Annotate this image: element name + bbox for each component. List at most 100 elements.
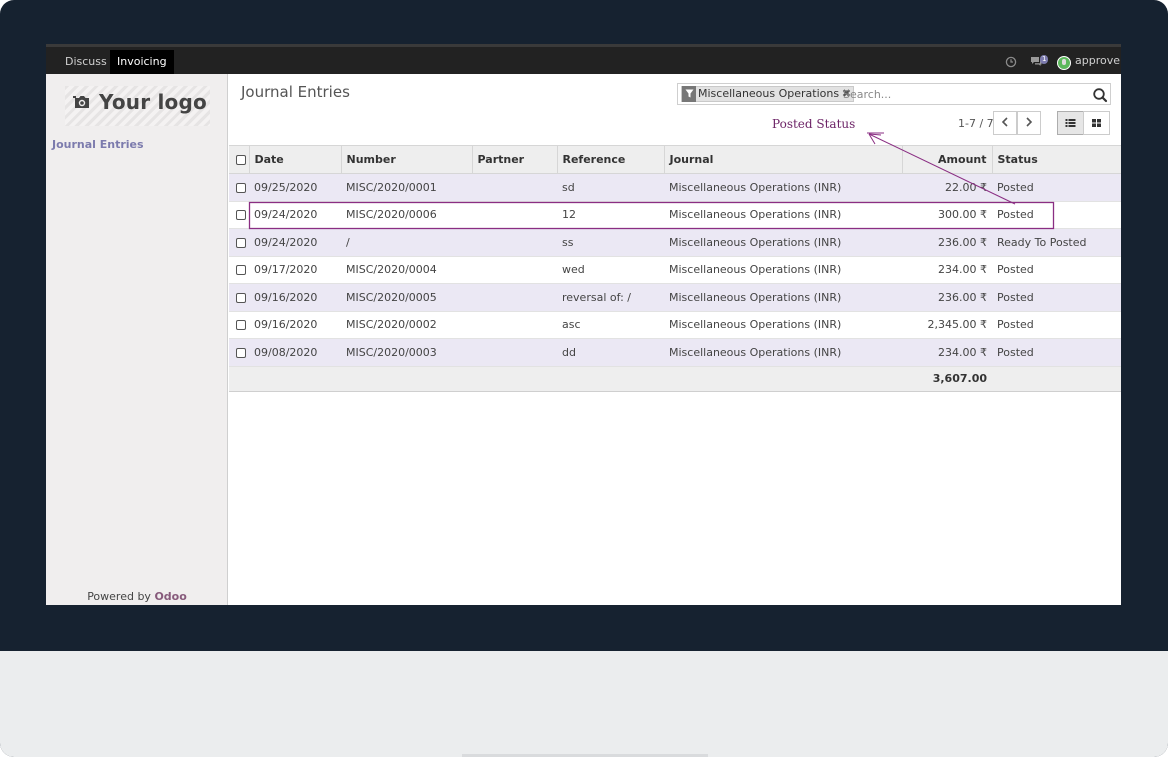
app-screen: Discuss Invoicing 1 approver Your logo J…: [46, 44, 1121, 605]
cell-journal: Miscellaneous Operations (INR): [664, 338, 902, 367]
list-view-button[interactable]: [1057, 111, 1084, 135]
kanban-icon: [1092, 119, 1101, 127]
sidebar-item-journal-entries[interactable]: Journal Entries: [52, 138, 144, 151]
table-footer-row: 3,607.00: [229, 365, 1121, 392]
activity-clock-icon[interactable]: [1005, 53, 1017, 71]
column-partner[interactable]: Partner: [472, 145, 558, 174]
column-journal[interactable]: Journal: [664, 145, 903, 174]
row-checkbox[interactable]: [236, 237, 246, 248]
messages-icon[interactable]: 1: [1030, 53, 1049, 71]
row-checkbox[interactable]: [236, 292, 246, 303]
row-select-cell: [229, 173, 249, 202]
table-row[interactable]: 09/16/2020 MISC/2020/0002 asc Miscellane…: [229, 311, 1121, 339]
cell-date: 09/24/2020: [249, 228, 341, 257]
footer-cell: [664, 365, 902, 392]
cell-date: 09/08/2020: [249, 338, 341, 367]
table-row[interactable]: 09/08/2020 MISC/2020/0003 dd Miscellaneo…: [229, 338, 1121, 367]
user-avatar[interactable]: [1057, 56, 1071, 70]
breadcrumb-title: Journal Entries: [241, 83, 350, 101]
footer-cell: [341, 365, 472, 392]
cell-amount: 2,345.00 ₹: [902, 311, 992, 339]
cell-number: MISC/2020/0003: [341, 338, 472, 367]
table-row[interactable]: 09/17/2020 MISC/2020/0004 wed Miscellane…: [229, 256, 1121, 284]
amount-total: 3,607.00: [902, 365, 992, 392]
cell-status: Posted: [992, 201, 1121, 229]
cell-journal: Miscellaneous Operations (INR): [664, 201, 902, 229]
cell-number: /: [341, 228, 472, 257]
search-facet[interactable]: Miscellaneous Operations ✖: [681, 86, 855, 102]
column-date[interactable]: Date: [249, 145, 342, 174]
pager-next-button[interactable]: [1017, 111, 1041, 135]
pager-value[interactable]: 1-7 / 7: [958, 117, 994, 130]
table-row[interactable]: 09/24/2020 MISC/2020/0006 12 Miscellaneo…: [229, 201, 1121, 229]
cell-reference: asc: [557, 311, 664, 339]
footer-cell: [557, 365, 664, 392]
cell-amount: 236.00 ₹: [902, 283, 992, 312]
cell-amount: 300.00 ₹: [902, 201, 992, 229]
cell-number: MISC/2020/0001: [341, 173, 472, 202]
table-row[interactable]: 09/16/2020 MISC/2020/0005 reversal of: /…: [229, 283, 1121, 312]
cell-status: Ready To Posted: [992, 228, 1121, 257]
facet-label: Miscellaneous Operations: [698, 87, 840, 100]
journal-entries-table: Date Number Partner Reference Journal Am…: [229, 145, 1121, 392]
row-checkbox[interactable]: [236, 320, 246, 331]
search-icon[interactable]: [1092, 87, 1108, 103]
user-menu[interactable]: approver: [1075, 54, 1121, 67]
odoo-link[interactable]: Odoo: [154, 590, 186, 603]
cell-amount: 234.00 ₹: [902, 256, 992, 284]
cell-reference: ss: [557, 228, 664, 257]
select-all-checkbox[interactable]: [235, 155, 246, 165]
cell-partner: [472, 338, 557, 367]
company-logo[interactable]: Your logo: [65, 86, 210, 126]
chevron-right-icon: [1026, 117, 1033, 127]
row-select-cell: [229, 338, 249, 367]
cell-reference: sd: [557, 173, 664, 202]
cell-status: Posted: [992, 283, 1121, 312]
cell-partner: [472, 311, 557, 339]
column-amount[interactable]: Amount: [902, 145, 993, 174]
footer-cell: [992, 365, 1121, 392]
footer-cell: [229, 365, 249, 392]
device-frame: Discuss Invoicing 1 approver Your logo J…: [0, 0, 1168, 757]
cell-journal: Miscellaneous Operations (INR): [664, 283, 902, 312]
row-checkbox[interactable]: [236, 265, 246, 276]
filter-icon: [682, 86, 696, 102]
row-checkbox[interactable]: [236, 210, 246, 221]
cell-number: MISC/2020/0004: [341, 256, 472, 284]
cell-journal: Miscellaneous Operations (INR): [664, 311, 902, 339]
table-header-row: Date Number Partner Reference Journal Am…: [229, 145, 1121, 174]
search-bar[interactable]: Miscellaneous Operations ✖: [677, 83, 1111, 105]
table-row[interactable]: 09/25/2020 MISC/2020/0001 sd Miscellaneo…: [229, 173, 1121, 202]
cell-number: MISC/2020/0002: [341, 311, 472, 339]
cell-reference: dd: [557, 338, 664, 367]
cell-status: Posted: [992, 338, 1121, 367]
cell-date: 09/16/2020: [249, 311, 341, 339]
row-select-cell: [229, 256, 249, 284]
camera-icon: [73, 96, 89, 108]
powered-by-label: Powered by: [87, 590, 151, 603]
footer-cell: [472, 365, 557, 392]
row-select-cell: [229, 283, 249, 312]
menu-invoicing[interactable]: Invoicing: [110, 50, 174, 74]
top-menu-bar: Discuss Invoicing 1 approver: [46, 44, 1121, 74]
left-sidebar: Your logo Journal Entries Powered by Odo…: [46, 74, 228, 605]
cell-date: 09/24/2020: [249, 201, 341, 229]
cell-partner: [472, 228, 557, 257]
cell-number: MISC/2020/0005: [341, 283, 472, 312]
cell-amount: 22.00 ₹: [902, 173, 992, 202]
row-select-cell: [229, 228, 249, 257]
row-checkbox[interactable]: [236, 182, 246, 193]
footer-cell: [249, 365, 341, 392]
column-number[interactable]: Number: [341, 145, 473, 174]
row-checkbox[interactable]: [236, 347, 246, 358]
table-row[interactable]: 09/24/2020 / ss Miscellaneous Operations…: [229, 228, 1121, 257]
search-input[interactable]: [843, 86, 1083, 102]
column-reference[interactable]: Reference: [557, 145, 665, 174]
pager-previous-button[interactable]: [993, 111, 1017, 135]
cell-amount: 236.00 ₹: [902, 228, 992, 257]
menu-discuss[interactable]: Discuss: [58, 50, 114, 74]
logo-text: Your logo: [99, 90, 207, 114]
kanban-view-button[interactable]: [1083, 111, 1110, 135]
cell-status: Posted: [992, 173, 1121, 202]
column-status[interactable]: Status: [992, 145, 1121, 174]
